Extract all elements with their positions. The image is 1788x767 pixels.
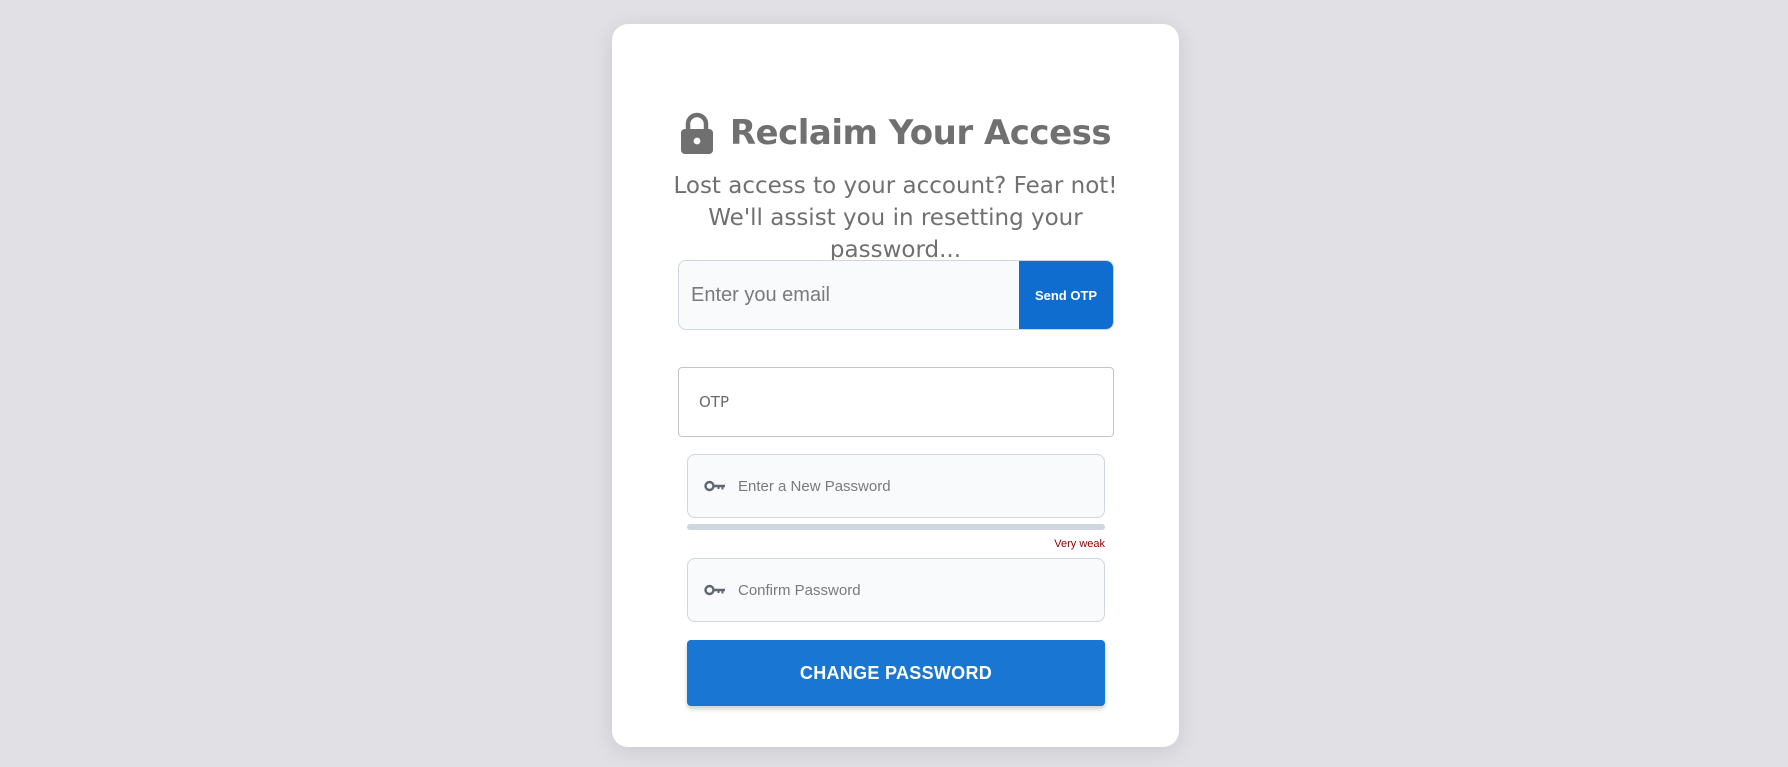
new-password-field — [687, 454, 1105, 518]
email-input[interactable] — [679, 261, 1019, 329]
email-input-group: Send OTP — [678, 260, 1114, 330]
otp-input[interactable] — [679, 393, 1113, 411]
new-password-input[interactable] — [736, 476, 1104, 496]
lock-icon — [680, 112, 713, 154]
title-row: Reclaim Your Access — [612, 112, 1179, 154]
key-icon — [704, 480, 725, 492]
reset-password-card: Reclaim Your Access Lost access to your … — [612, 24, 1179, 747]
otp-field — [678, 367, 1114, 437]
password-strength-bar — [687, 524, 1105, 530]
send-otp-button[interactable]: Send OTP — [1019, 261, 1113, 329]
page-subtitle: Lost access to your account? Fear not! W… — [673, 173, 1118, 263]
key-icon — [704, 584, 725, 596]
confirm-password-input[interactable] — [736, 580, 1104, 600]
page-title: Reclaim Your Access — [729, 113, 1112, 153]
change-password-button[interactable]: CHANGE PASSWORD — [687, 640, 1105, 706]
password-strength-label: Very weak — [1054, 538, 1105, 550]
confirm-password-field — [687, 558, 1105, 622]
